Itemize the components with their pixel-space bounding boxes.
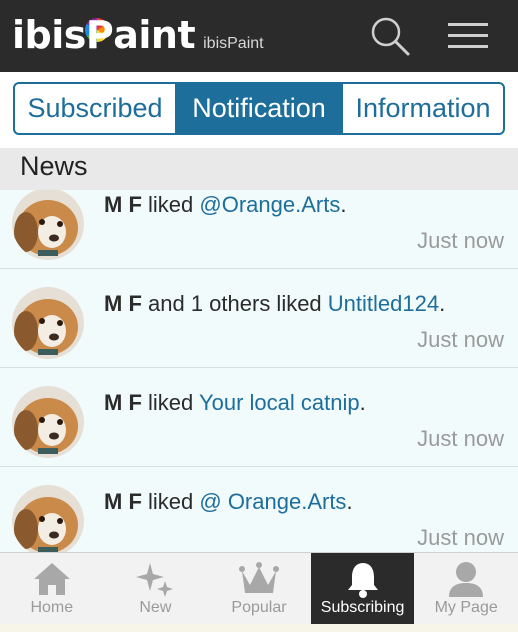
segment-bar: Subscribed Notification Information — [0, 72, 518, 148]
notification-text: M F liked @Orange.Arts. — [104, 192, 514, 218]
segment-subscribed[interactable]: Subscribed — [15, 84, 177, 133]
notification-text: M F liked Your local catnip. — [104, 390, 514, 416]
segment-notification[interactable]: Notification — [177, 84, 343, 133]
list-item[interactable]: M F liked @ Orange.Arts. Just now — [0, 467, 518, 552]
section-header: News — [0, 148, 518, 190]
logo-letter-p: P — [84, 10, 114, 60]
notification-text: M F liked @ Orange.Arts. — [104, 489, 514, 515]
home-icon — [33, 563, 70, 595]
app-logo[interactable]: ibis P aint ibisPaint — [12, 10, 264, 60]
tab-my-page[interactable]: My Page — [414, 553, 518, 624]
artwork-link[interactable]: Your local catnip — [199, 390, 360, 415]
tab-home[interactable]: Home — [0, 553, 104, 624]
tab-popular[interactable]: Popular — [207, 553, 311, 624]
action-text: liked — [141, 390, 199, 415]
sparkle-icon — [136, 563, 174, 597]
person-icon — [449, 562, 484, 597]
avatar[interactable] — [12, 287, 84, 359]
timestamp: Just now — [417, 426, 504, 451]
username[interactable]: M F — [104, 489, 142, 514]
timestamp: Just now — [417, 327, 504, 352]
timestamp: Just now — [417, 525, 504, 550]
segment-information[interactable]: Information — [343, 84, 503, 133]
tab-label: New — [139, 599, 172, 616]
bottom-tab-bar: Home New Popular Subscribing My Page — [0, 552, 518, 624]
punctuation: . — [346, 489, 353, 514]
segmented-control: Subscribed Notification Information — [13, 82, 505, 135]
bell-icon — [347, 563, 378, 598]
logo-text-right: aint — [113, 13, 196, 57]
username[interactable]: M F — [104, 291, 142, 316]
punctuation: . — [359, 390, 366, 415]
tab-label: Subscribing — [320, 599, 405, 616]
punctuation: . — [340, 192, 347, 217]
logo-text-left: ibis — [12, 13, 86, 57]
artwork-link[interactable]: @ Orange.Arts — [199, 489, 346, 514]
top-header: ibis P aint ibisPaint — [0, 0, 518, 72]
logo-subtitle: ibisPaint — [203, 35, 264, 52]
crown-icon — [238, 562, 279, 593]
list-item[interactable]: M F liked @Orange.Arts. Just now — [0, 190, 518, 269]
search-icon[interactable] — [368, 14, 412, 58]
username[interactable]: M F — [104, 390, 142, 415]
notification-text: M F and 1 others liked Untitled124. — [104, 291, 514, 317]
punctuation: . — [439, 291, 446, 316]
app-screen: ibis P aint ibisPaint Subscribed Notific… — [0, 0, 518, 632]
bottom-strip — [0, 624, 518, 632]
action-text: liked — [141, 489, 200, 514]
timestamp: Just now — [417, 228, 504, 253]
hamburger-menu-icon[interactable] — [446, 14, 490, 58]
username[interactable]: M F — [104, 192, 142, 217]
action-text: and 1 others liked — [141, 291, 328, 316]
section-title: News — [20, 151, 88, 181]
list-item[interactable]: M F liked Your local catnip. Just now — [0, 368, 518, 467]
artwork-link[interactable]: Untitled124 — [328, 291, 439, 316]
artwork-link[interactable]: @Orange.Arts — [199, 192, 340, 217]
tab-label: Home — [30, 599, 74, 616]
logo-text-p: P — [85, 13, 114, 57]
tab-subscribing[interactable]: Subscribing — [310, 553, 415, 624]
avatar[interactable] — [12, 190, 84, 260]
tab-new[interactable]: New — [104, 553, 208, 624]
notification-feed[interactable]: M F liked @Orange.Arts. Just now M F and… — [0, 190, 518, 552]
action-text: liked — [141, 192, 200, 217]
list-item[interactable]: M F and 1 others liked Untitled124. Just… — [0, 269, 518, 368]
tab-label: My Page — [434, 599, 498, 616]
avatar[interactable] — [12, 386, 84, 458]
tab-label: Popular — [231, 599, 287, 616]
avatar[interactable] — [12, 485, 84, 552]
